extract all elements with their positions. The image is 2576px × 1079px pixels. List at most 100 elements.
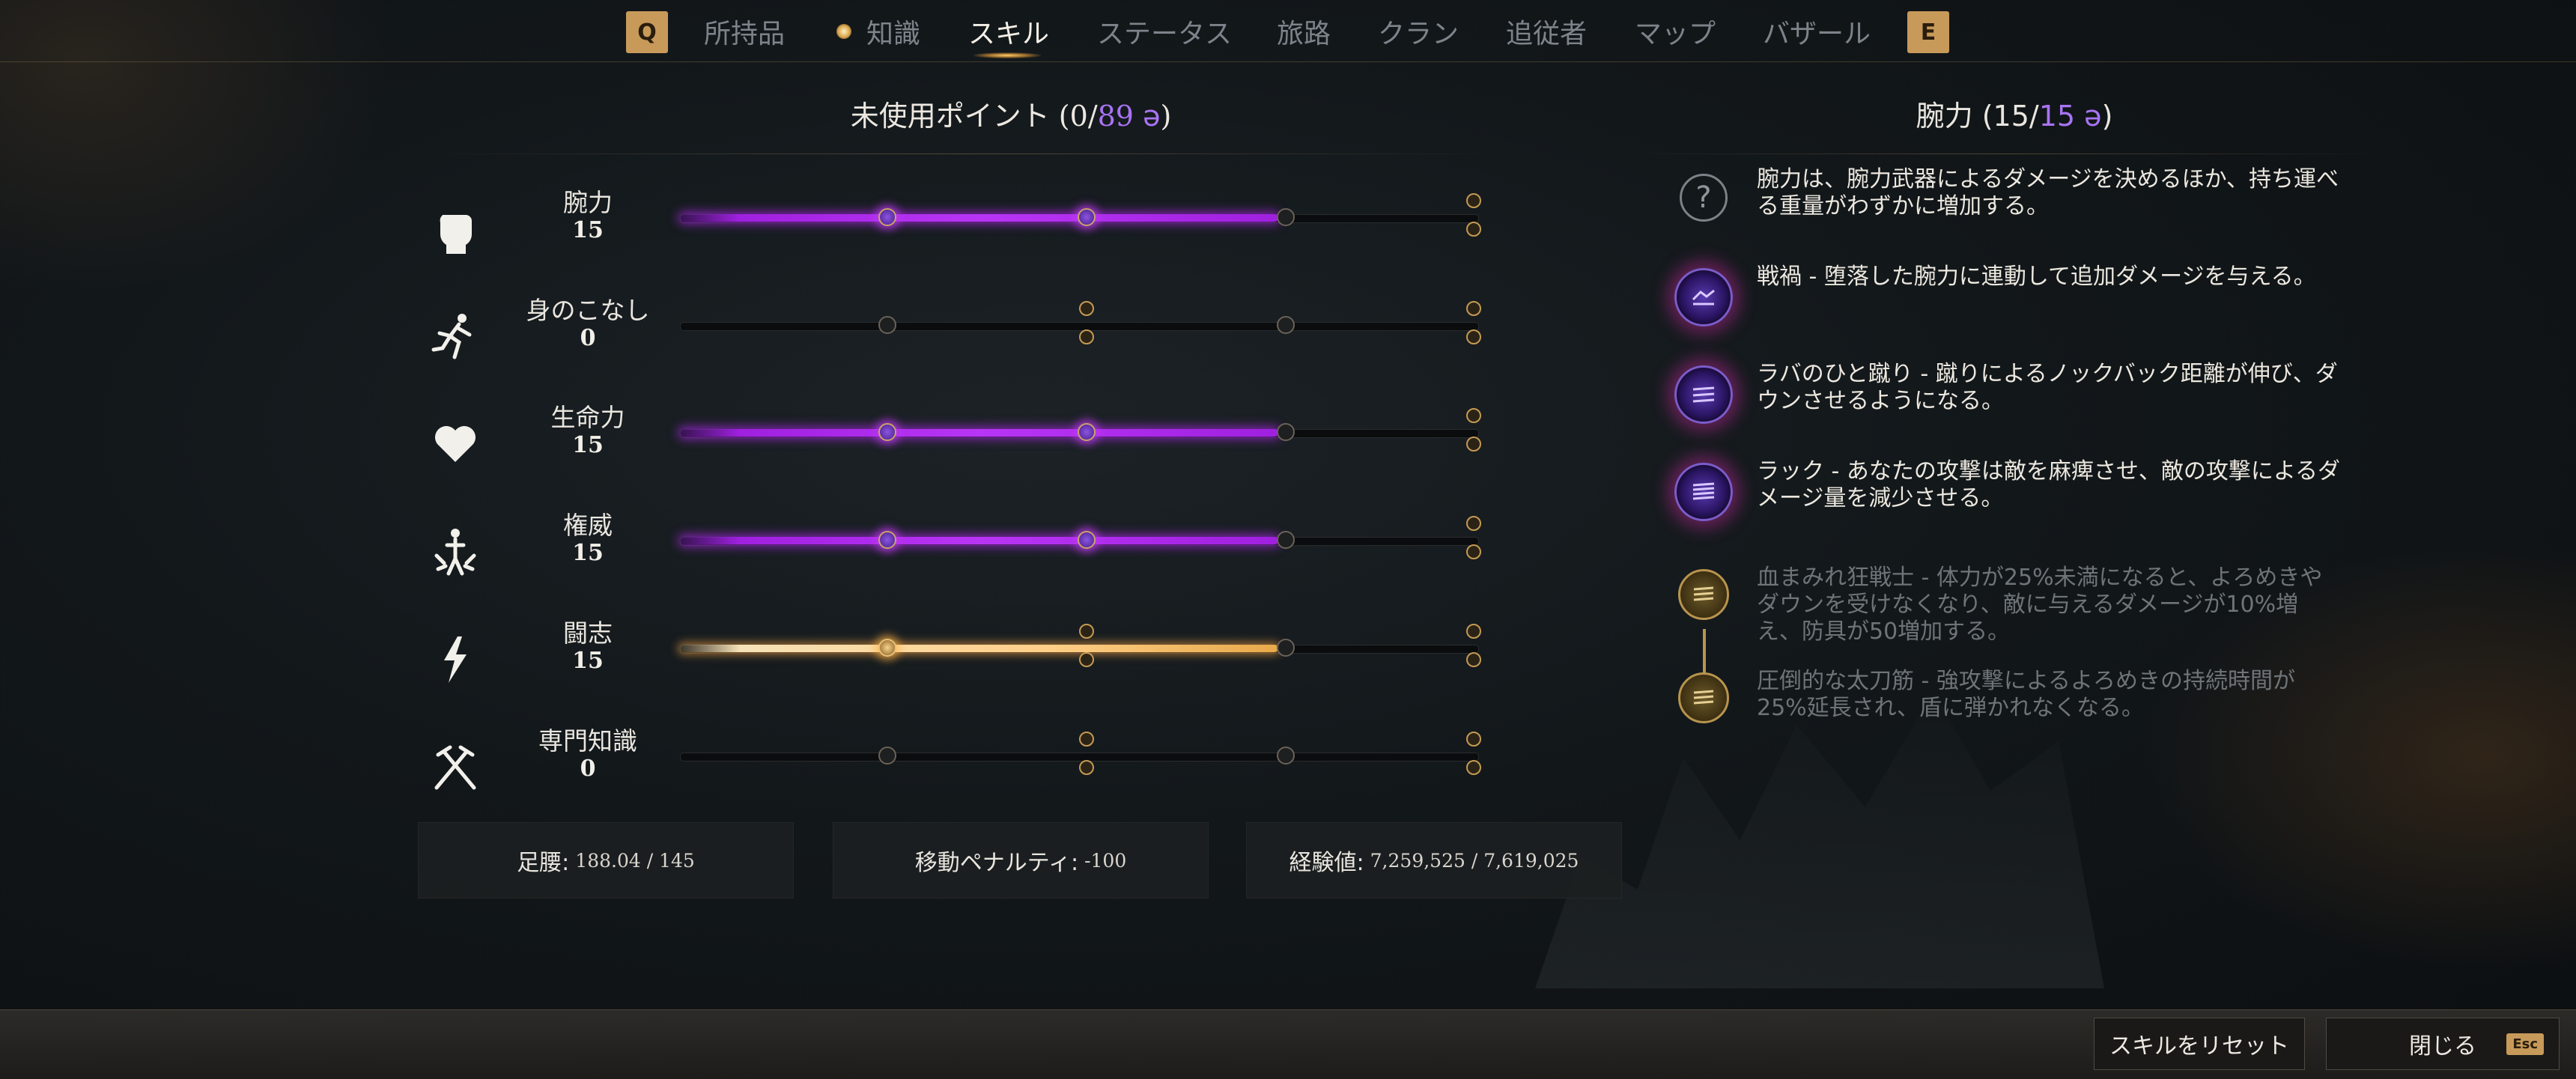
points-symbol-icon: ə xyxy=(1143,100,1161,133)
tab-followers[interactable]: 追従者 xyxy=(1506,12,1587,51)
attribute-progress-track[interactable] xyxy=(680,301,1489,344)
perk-node[interactable] xyxy=(1079,732,1095,747)
track-fill xyxy=(680,214,1278,222)
perk-node[interactable] xyxy=(878,747,896,765)
next-tab-key[interactable]: E xyxy=(1907,11,1949,53)
perk-node[interactable] xyxy=(1078,423,1096,441)
capstone-perk-node[interactable] xyxy=(1465,516,1481,531)
perk-node[interactable] xyxy=(1079,760,1095,775)
load-label: 足腰: xyxy=(517,850,570,876)
capstone-perk-node[interactable] xyxy=(1465,760,1481,775)
load-value: 188.04 / 145 xyxy=(575,849,695,872)
gold-rune-icon[interactable] xyxy=(1678,569,1729,620)
capstone-perk-node[interactable] xyxy=(1465,437,1481,452)
movement-penalty-box: 移動ペナルティ: -100 xyxy=(833,822,1209,899)
attribute-row[interactable]: 生命力 15 xyxy=(404,392,1513,496)
perk-node[interactable] xyxy=(878,316,896,334)
perk-node[interactable] xyxy=(1277,531,1295,549)
capstone-perk-node[interactable] xyxy=(1465,222,1481,237)
attribute-progress-track[interactable] xyxy=(680,624,1489,667)
movement-penalty-label: 移動ペナルティ: xyxy=(914,850,1079,876)
capstone-perk-node[interactable] xyxy=(1465,329,1481,344)
running-figure-icon xyxy=(418,300,493,374)
attribute-value: 0 xyxy=(580,756,596,782)
purple-rune-icon[interactable] xyxy=(1674,268,1733,326)
authority-figure-icon xyxy=(418,514,493,589)
tab-map[interactable]: マップ xyxy=(1635,12,1716,51)
capstone-perk-node[interactable] xyxy=(1465,624,1481,639)
prev-tab-key[interactable]: Q xyxy=(626,11,668,53)
perk-node[interactable] xyxy=(878,531,896,549)
perk-description: 戦禍 - 堕落した腕力に連動して追加ダメージを与える。 xyxy=(1757,264,2316,290)
unused-points-used: 0 xyxy=(1069,100,1088,133)
heart-icon xyxy=(418,407,493,481)
tab-status[interactable]: ステータス xyxy=(1097,12,1232,51)
capstone-perk-node[interactable] xyxy=(1465,732,1481,747)
perk-node[interactable] xyxy=(1277,423,1295,441)
perk-node[interactable] xyxy=(878,208,896,226)
unused-points-total: 89 xyxy=(1097,100,1134,133)
attribute-value: 15 xyxy=(572,648,604,674)
perk-description: 血まみれ狂戦士 - 体力が25%未満になると、よろめきやダウンを受けなくなり、敵… xyxy=(1757,565,2323,645)
perk-node[interactable] xyxy=(1277,639,1295,657)
reset-skills-button[interactable]: スキルをリセット xyxy=(2094,1018,2305,1070)
perk-node[interactable] xyxy=(1078,208,1096,226)
perk-node[interactable] xyxy=(1079,329,1095,344)
close-button[interactable]: 閉じる Esc xyxy=(2326,1018,2560,1070)
unused-points-header: 未使用ポイント (0/89 ə) xyxy=(749,93,1273,134)
capstone-perk-node[interactable] xyxy=(1465,193,1481,208)
fist-icon xyxy=(418,192,493,267)
perk-node[interactable] xyxy=(1079,301,1095,316)
attribute-name: 権威 xyxy=(563,511,613,540)
unused-points-sep: / xyxy=(1087,100,1098,133)
detail-attribute-name: 腕力 xyxy=(1916,100,1973,133)
tab-bazaar[interactable]: バザール xyxy=(1763,12,1871,51)
attribute-row[interactable]: 専門知識 0 xyxy=(404,715,1513,820)
unused-points-close: ) xyxy=(1160,100,1172,133)
track-fill xyxy=(680,645,1278,652)
capstone-perk-node[interactable] xyxy=(1465,652,1481,667)
question-icon[interactable]: ? xyxy=(1680,174,1728,222)
esc-key-badge: Esc xyxy=(2506,1033,2544,1055)
capstone-perk-node[interactable] xyxy=(1465,301,1481,316)
track-fill xyxy=(680,537,1278,544)
detail-open: ( xyxy=(1981,100,1993,133)
attribute-detail-header: 腕力 (15/15 ə) xyxy=(1677,93,2351,134)
attribute-progress-track[interactable] xyxy=(680,516,1489,559)
attribute-row[interactable]: 身のこなし 0 xyxy=(404,285,1513,389)
tab-journey[interactable]: 旅路 xyxy=(1277,12,1331,51)
purple-rune-icon[interactable] xyxy=(1674,463,1733,521)
unused-points-label: 未使用ポイント xyxy=(850,100,1050,133)
attribute-progress-track[interactable] xyxy=(680,408,1489,452)
tab-clan[interactable]: クラン xyxy=(1378,12,1459,51)
capstone-perk-node[interactable] xyxy=(1465,544,1481,559)
perk-node[interactable] xyxy=(1277,316,1295,334)
purple-rune-icon[interactable] xyxy=(1674,365,1733,424)
attribute-row[interactable]: 権威 15 xyxy=(404,499,1513,604)
gold-rune-icon[interactable] xyxy=(1678,672,1729,723)
attribute-row[interactable]: 闘志 15 xyxy=(404,607,1513,712)
tab-inventory[interactable]: 所持品 xyxy=(704,12,785,51)
attribute-progress-track[interactable] xyxy=(680,193,1489,237)
perk-node[interactable] xyxy=(1277,747,1295,765)
crossed-tools-icon xyxy=(418,730,493,805)
movement-penalty-value: -100 xyxy=(1084,849,1127,872)
attribute-row[interactable]: 腕力 15 xyxy=(404,177,1513,282)
perk-node[interactable] xyxy=(878,423,896,441)
tab-knowledge[interactable]: 知識 xyxy=(866,12,920,51)
attribute-name: 闘志 xyxy=(563,618,613,648)
attribute-name: 身のこなし xyxy=(526,296,650,325)
perk-node[interactable] xyxy=(1078,531,1096,549)
perk-node[interactable] xyxy=(1079,652,1095,667)
track-base xyxy=(680,753,1479,762)
perk-node[interactable] xyxy=(1079,624,1095,639)
detail-symbol-icon: ə xyxy=(2084,100,2102,133)
attribute-progress-track[interactable] xyxy=(680,732,1489,775)
experience-value: 7,259,525 / 7,619,025 xyxy=(1370,849,1579,872)
knowledge-notification-dot xyxy=(836,24,851,39)
perk-node[interactable] xyxy=(1277,208,1295,226)
perk-node[interactable] xyxy=(878,639,896,657)
attribute-value: 15 xyxy=(572,217,604,243)
capstone-perk-node[interactable] xyxy=(1465,408,1481,423)
tab-skills[interactable]: スキル xyxy=(968,12,1049,51)
